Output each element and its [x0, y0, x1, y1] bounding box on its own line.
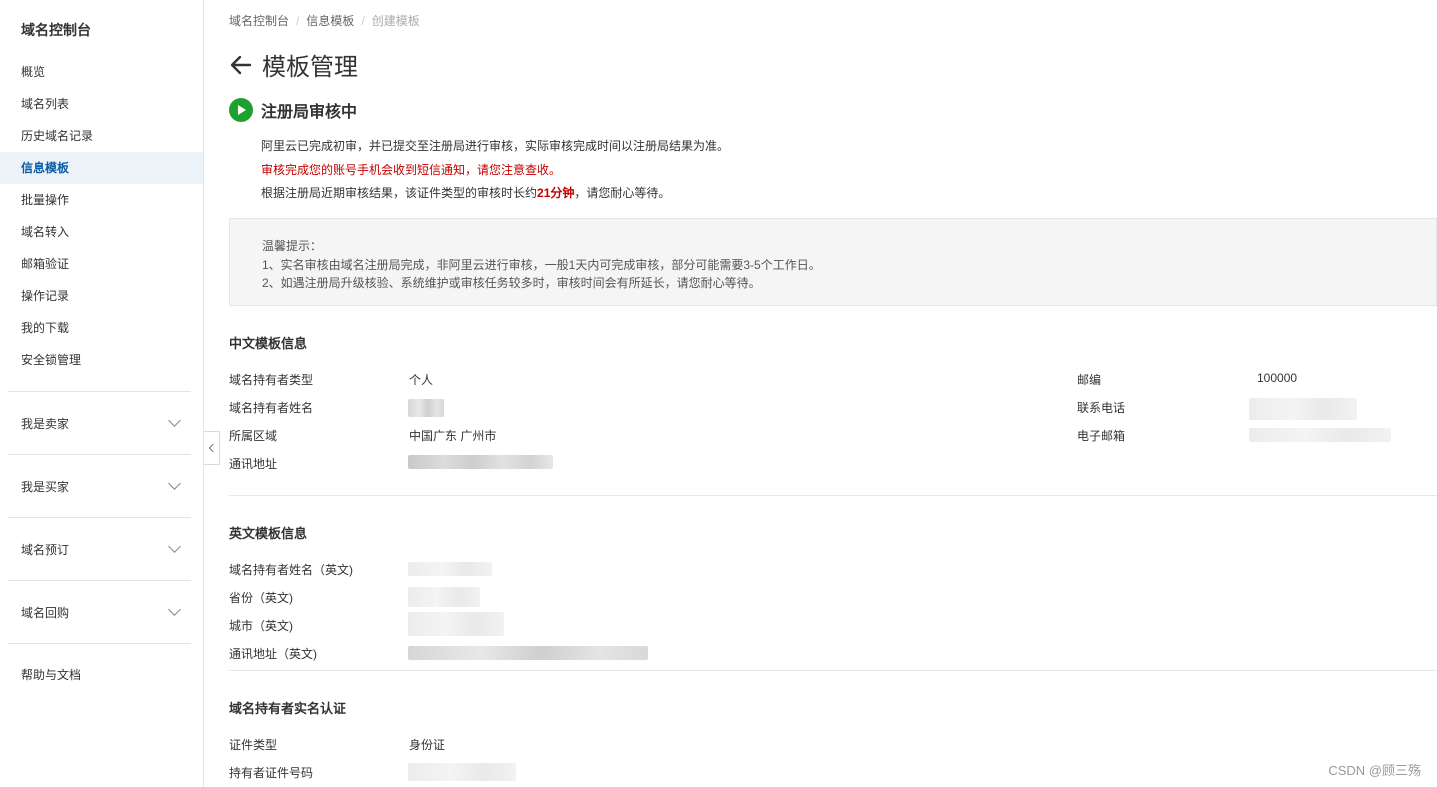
section-divider — [229, 495, 1437, 496]
breadcrumb-separator: / — [296, 14, 300, 28]
postcode-label: 邮编 — [1077, 373, 1102, 387]
status-description: 阿里云已完成初审，并已提交至注册局进行审核，实际审核完成时间以注册局结果为准。 … — [261, 135, 729, 206]
holder-name-label: 域名持有者姓名 — [229, 401, 314, 415]
sidebar-item-email-verify[interactable]: 邮箱验证 — [0, 248, 203, 280]
region-label: 所属区域 — [229, 429, 278, 443]
id-number-label: 持有者证件号码 — [229, 766, 314, 780]
sidebar-group-label: 我是买家 — [21, 479, 70, 494]
tips-line: 2、如遇注册局升级核验、系统维护或审核任务较多时，审核时间会有所延长，请您耐心等… — [262, 276, 761, 290]
tips-title: 温馨提示： — [262, 239, 323, 253]
status-header: 注册局审核中 — [229, 98, 357, 122]
status-line-notice: 审核完成您的账号手机会收到短信通知，请您注意查收。 — [261, 162, 562, 177]
play-status-icon — [229, 98, 253, 122]
sidebar-collapse-button[interactable] — [204, 431, 220, 465]
sidebar-group-seller[interactable]: 我是卖家 — [8, 392, 191, 455]
redacted-value — [408, 612, 504, 636]
redacted-value — [408, 399, 444, 417]
region-value: 中国广东 广州市 — [409, 429, 497, 443]
sidebar-item-overview[interactable]: 概览 — [0, 56, 203, 88]
id-type-label: 证件类型 — [229, 738, 278, 752]
address-label: 通讯地址 — [229, 457, 278, 471]
section-title-verification: 域名持有者实名认证 — [229, 701, 347, 716]
chevron-down-icon — [168, 414, 181, 427]
sidebar-item-downloads[interactable]: 我的下载 — [0, 312, 203, 344]
breadcrumb-item-current: 创建模板 — [371, 14, 420, 28]
sidebar-title: 域名控制台 — [21, 22, 91, 38]
sidebar: 域名控制台 概览 域名列表 历史域名记录 信息模板 批量操作 域名转入 邮箱验证… — [0, 0, 204, 787]
sidebar-item-batch[interactable]: 批量操作 — [0, 184, 203, 216]
breadcrumb: 域名控制台 / 信息模板 / 创建模板 — [229, 12, 420, 29]
sidebar-item-domain-list[interactable]: 域名列表 — [0, 88, 203, 120]
sidebar-group-label: 域名回购 — [21, 605, 70, 620]
phone-label: 联系电话 — [1077, 401, 1126, 415]
status-duration-prefix: 根据注册局近期审核结果，该证件类型的审核时长约 — [261, 186, 538, 200]
id-type-value: 身份证 — [409, 738, 446, 752]
breadcrumb-item-console[interactable]: 域名控制台 — [229, 14, 289, 28]
tips-line: 1、实名审核由域名注册局完成，非阿里云进行审核，一般1天内可完成审核，部分可能需… — [262, 257, 821, 272]
sidebar-item-help[interactable]: 帮助与文档 — [8, 644, 191, 706]
redacted-value — [408, 455, 553, 469]
redacted-value — [408, 763, 516, 781]
status-line-duration: 根据注册局近期审核结果，该证件类型的审核时长约21分钟，请您耐心等待。 — [261, 182, 729, 206]
holder-name-en-label: 域名持有者姓名（英文) — [229, 563, 353, 577]
redacted-value — [1249, 428, 1391, 442]
sidebar-item-info-template[interactable]: 信息模板 — [0, 152, 203, 184]
page-header: 模板管理 — [229, 47, 358, 82]
redacted-value — [1249, 398, 1357, 420]
chevron-down-icon — [168, 603, 181, 616]
status-title: 注册局审核中 — [261, 104, 358, 121]
breadcrumb-separator: / — [361, 14, 365, 28]
status-duration-suffix: ，请您耐心等待。 — [574, 186, 671, 200]
chevron-left-icon — [208, 443, 218, 453]
sidebar-item-history[interactable]: 历史域名记录 — [0, 120, 203, 152]
section-title-en-info: 英文模板信息 — [229, 526, 308, 541]
sidebar-group-label: 域名预订 — [21, 542, 70, 557]
section-title-cn-info: 中文模板信息 — [229, 336, 308, 351]
sidebar-group-buyback[interactable]: 域名回购 — [8, 581, 191, 644]
sidebar-item-op-log[interactable]: 操作记录 — [0, 280, 203, 312]
section-divider — [229, 670, 1437, 671]
city-en-label: 城市（英文) — [229, 619, 293, 633]
sidebar-item-transfer-in[interactable]: 域名转入 — [0, 216, 203, 248]
address-en-label: 通讯地址（英文) — [229, 647, 317, 661]
holder-type-value: 个人 — [409, 373, 434, 387]
sidebar-group-buyer[interactable]: 我是买家 — [8, 455, 191, 518]
holder-type-label: 域名持有者类型 — [229, 373, 314, 387]
email-label: 电子邮箱 — [1077, 429, 1126, 443]
status-duration-value: 21分钟 — [537, 186, 575, 200]
status-line: 阿里云已完成初审，并已提交至注册局进行审核，实际审核完成时间以注册局结果为准。 — [261, 139, 730, 153]
redacted-value — [408, 587, 480, 607]
chevron-down-icon — [168, 540, 181, 553]
watermark: CSDN @顾三殇 — [1328, 763, 1421, 778]
breadcrumb-item-templates[interactable]: 信息模板 — [306, 14, 354, 28]
redacted-value — [408, 646, 648, 660]
sidebar-group-label: 我是卖家 — [21, 416, 70, 431]
province-en-label: 省份（英文) — [229, 591, 293, 605]
sidebar-item-security-lock[interactable]: 安全锁管理 — [0, 344, 203, 376]
back-arrow-icon[interactable] — [229, 53, 253, 77]
page-title: 模板管理 — [262, 54, 358, 81]
chevron-down-icon — [168, 477, 181, 490]
sidebar-group-preorder[interactable]: 域名预订 — [8, 518, 191, 581]
postcode-value: 100000 — [1257, 371, 1298, 385]
redacted-value — [408, 562, 492, 576]
tips-box: 温馨提示： 1、实名审核由域名注册局完成，非阿里云进行审核，一般1天内可完成审核… — [229, 218, 1437, 306]
